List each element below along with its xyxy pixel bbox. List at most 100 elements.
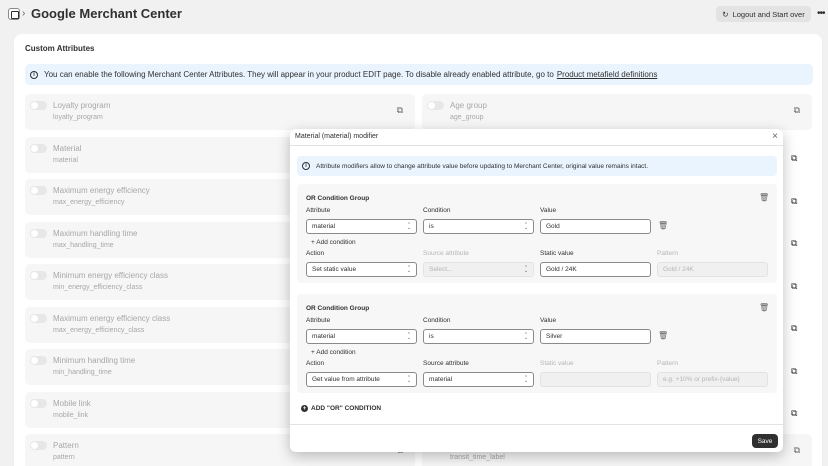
delete-condition-icon[interactable]: 🗑 [658, 331, 668, 340]
modifier-icon[interactable]: ⧉ [791, 281, 797, 292]
attribute-select[interactable]: material [306, 219, 417, 234]
add-condition-button[interactable]: + Add condition [311, 349, 356, 356]
add-or-condition-label: ADD "OR" CONDITION [311, 405, 382, 412]
enable-toggle[interactable] [30, 398, 47, 408]
info-icon: i [30, 70, 38, 79]
value-label: Value [540, 207, 557, 214]
enable-toggle[interactable] [30, 186, 47, 195]
attribute-name: Age group [450, 101, 487, 110]
attribute-name: Pattern [53, 441, 79, 450]
delete-group-icon[interactable]: 🗑 [759, 303, 769, 312]
top-bar: › Google Merchant Center ↻ Logout and St… [0, 0, 828, 29]
delete-condition-icon[interactable]: 🗑 [658, 221, 668, 230]
enable-toggle[interactable] [30, 271, 47, 280]
value-label: Value [540, 317, 557, 324]
group-title: OR Condition Group [306, 305, 370, 312]
metafield-definitions-link[interactable]: Product metafield definitions [557, 70, 658, 79]
page-title: Google Merchant Center [31, 6, 182, 21]
enable-toggle[interactable] [30, 313, 47, 323]
source-attribute-select[interactable]: Select... [423, 262, 534, 277]
modal-banner-text: Attribute modifiers allow to change attr… [316, 162, 649, 170]
attribute-key: max_energy_efficiency_class [53, 326, 145, 334]
static-value-input[interactable] [540, 372, 651, 387]
action-label: Action [306, 360, 325, 367]
pattern-input[interactable]: e.g. +10% or prefix-{value} [657, 372, 768, 387]
add-condition-button[interactable]: + Add condition [311, 239, 356, 246]
add-or-condition-button[interactable]: + ADD "OR" CONDITION [301, 405, 381, 412]
or-condition-group: OR Condition Group 🗑 Attribute Condition… [297, 184, 777, 283]
attribute-key: loyalty_program [53, 114, 103, 121]
refresh-icon: ↻ [722, 9, 729, 19]
modal-title: Material (material) modifier [295, 133, 379, 140]
attribute-name: Maximum handling time [53, 228, 138, 238]
static-value-input[interactable]: Gold / 24K [540, 262, 651, 277]
attribute-label: Attribute [306, 207, 331, 214]
pattern-label: Pattern [657, 250, 678, 257]
condition-select[interactable]: is [423, 329, 534, 344]
modifier-icon[interactable]: ⧉ [791, 323, 797, 334]
modifier-icon[interactable]: ⧉ [397, 105, 403, 116]
condition-select[interactable]: is [423, 219, 534, 234]
enable-toggle[interactable] [30, 441, 47, 450]
logout-button-label: Logout and Start over [732, 9, 805, 19]
enable-toggle[interactable] [30, 356, 47, 365]
source-attribute-select[interactable]: material [423, 372, 534, 387]
attribute-card: Loyalty program loyalty_program ⧉ [25, 94, 415, 130]
or-condition-group: OR Condition Group 🗑 Attribute Condition… [297, 294, 777, 393]
attribute-name: Loyalty program [53, 101, 111, 110]
attribute-key: age_group [450, 114, 484, 121]
breadcrumb-separator: › [22, 8, 26, 19]
modifier-modal: Material (material) modifier × i Attribu… [290, 129, 783, 452]
static-value-label: Static value [540, 250, 574, 257]
attribute-key: min_handling_time [53, 369, 112, 376]
pattern-input[interactable]: Gold / 24K [657, 262, 768, 277]
condition-label: Condition [423, 207, 451, 214]
attribute-key: min_energy_efficiency_class [53, 284, 143, 291]
modifier-icon[interactable]: ⧉ [794, 445, 800, 456]
more-actions-icon[interactable]: ••• [817, 8, 825, 19]
modifier-icon[interactable]: ⧉ [791, 366, 797, 377]
attribute-key: mobile_link [53, 411, 89, 419]
attribute-key: material [53, 156, 78, 164]
modifier-icon[interactable]: ⧉ [791, 196, 797, 207]
attribute-name: Material [53, 143, 82, 153]
modifier-icon[interactable]: ⧉ [791, 238, 797, 249]
action-select[interactable]: Get value from attribute [306, 372, 417, 387]
modifier-icon[interactable]: ⧉ [794, 105, 800, 116]
attribute-select[interactable]: material [306, 329, 417, 344]
value-input[interactable]: Gold [540, 219, 651, 234]
action-select[interactable]: Set static value [306, 262, 417, 277]
app-icon[interactable] [8, 8, 20, 20]
close-icon[interactable]: × [772, 131, 778, 142]
modal-body[interactable]: i Attribute modifiers allow to change at… [290, 146, 783, 424]
attribute-name: Minimum energy efficiency class [53, 271, 169, 280]
condition-label: Condition [423, 317, 451, 324]
modifier-icon[interactable]: ⧉ [791, 408, 797, 419]
modal-info-banner: i Attribute modifiers allow to change at… [297, 156, 777, 176]
info-banner-text: You can enable the following Merchant Ce… [44, 70, 554, 79]
source-attribute-label: Source attribute [423, 250, 469, 257]
enable-toggle[interactable] [30, 228, 47, 238]
attribute-key: transit_time_label [450, 454, 505, 461]
plus-circle-icon: + [301, 405, 308, 412]
value-input[interactable]: Silver [540, 329, 651, 344]
attribute-label: Attribute [306, 317, 331, 324]
attribute-key: max_handling_time [53, 241, 114, 249]
modifier-icon[interactable]: ⧉ [791, 153, 797, 164]
info-icon: i [302, 162, 310, 170]
attribute-name: Maximum energy efficiency [53, 186, 150, 195]
group-title: OR Condition Group [306, 195, 370, 202]
enable-toggle[interactable] [30, 101, 47, 110]
logout-button[interactable]: ↻ Logout and Start over [716, 6, 811, 22]
attribute-card: Age group age_group ⧉ [422, 94, 812, 130]
enable-toggle[interactable] [427, 101, 444, 110]
pattern-label: Pattern [657, 360, 678, 367]
section-title: Custom Attributes [25, 44, 95, 53]
save-button[interactable]: Save [752, 434, 778, 448]
attribute-key: pattern [53, 454, 75, 461]
delete-group-icon[interactable]: 🗑 [759, 193, 769, 202]
static-value-label: Static value [540, 360, 574, 367]
attribute-name: Minimum handling time [53, 356, 136, 365]
enable-toggle[interactable] [30, 143, 47, 153]
modal-header: Material (material) modifier × [290, 129, 783, 146]
